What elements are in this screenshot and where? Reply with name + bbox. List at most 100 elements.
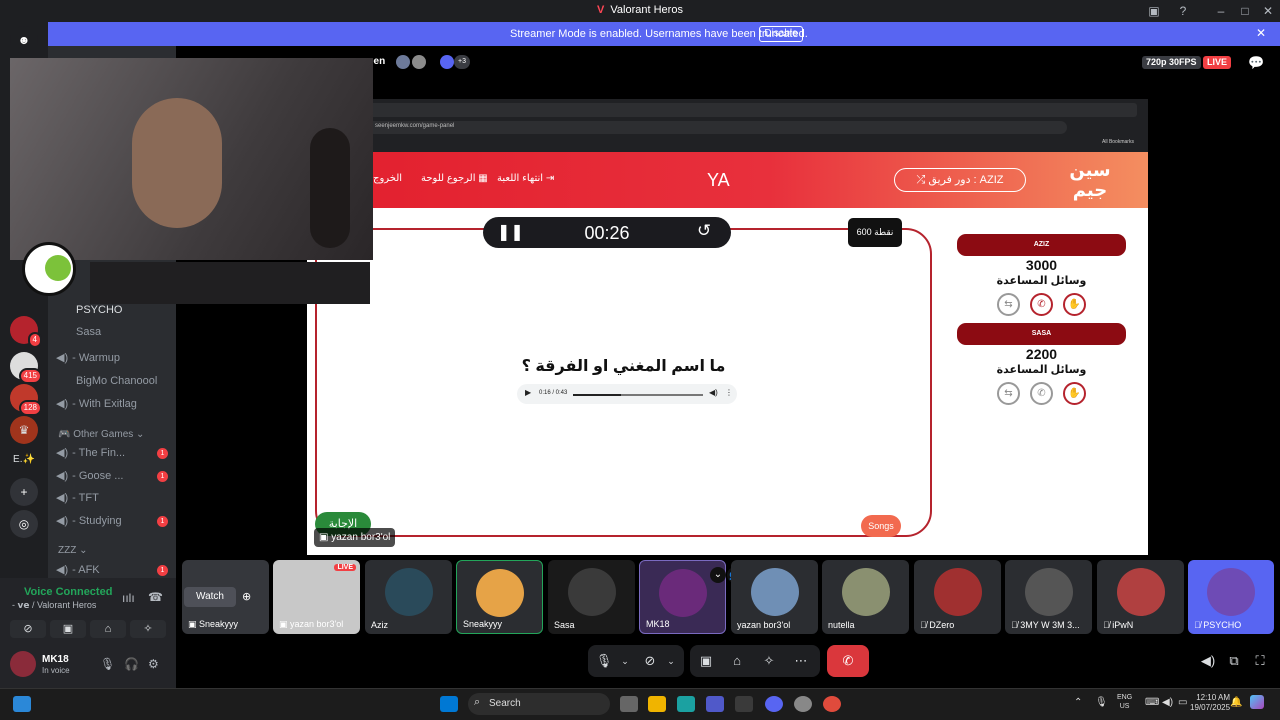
end-game-button[interactable]: انتهاء اللعبة ⇥ xyxy=(497,173,554,184)
server-icon-1[interactable]: 4 xyxy=(10,316,42,348)
help-icon[interactable]: ? xyxy=(1175,3,1191,19)
audio-player[interactable]: ▶ 0:16 / 0:43 ◀) ⋮ xyxy=(517,384,737,404)
discord-home-icon[interactable]: ☻ xyxy=(10,26,38,54)
participant-avatar[interactable] xyxy=(440,55,454,69)
start-button-icon[interactable] xyxy=(440,696,458,712)
add-server-icon[interactable]: + xyxy=(10,478,38,506)
soundboard-icon[interactable]: ✧ xyxy=(757,650,781,672)
server-icon-5[interactable]: E.✨ xyxy=(10,446,38,474)
activity-button[interactable]: ⌂ xyxy=(90,620,126,638)
minimize-button[interactable]: – xyxy=(1213,3,1229,19)
video-off-button[interactable]: ⊘ xyxy=(10,620,46,638)
category-zzz[interactable]: ZZZ ⌄ xyxy=(58,545,88,556)
reset-timer-icon[interactable]: ↺ xyxy=(697,221,711,241)
play-icon[interactable]: ▶ xyxy=(525,388,531,397)
participant-tile[interactable]: LIVE ▣ yazan bor3'ol xyxy=(273,560,360,634)
call-lifeline-icon[interactable]: ✆ xyxy=(1030,293,1053,316)
swap-lifeline-icon[interactable]: ⇆ xyxy=(997,382,1020,405)
app-icon[interactable] xyxy=(794,696,812,712)
voice-channel[interactable]: ◀) - The Fin... 1 xyxy=(56,442,174,464)
screen-share-stream[interactable]: seenjeemkw.com/game-panel All Bookmarks … xyxy=(307,99,1148,555)
tray-chevron-icon[interactable]: ⌃ xyxy=(1074,697,1082,708)
chat-icon[interactable]: 💬 xyxy=(1248,55,1264,71)
watch-stream-button[interactable]: Watch xyxy=(184,587,236,607)
screenshare-icon[interactable]: ▣ xyxy=(694,650,718,672)
fullscreen-icon[interactable]: ⛶ xyxy=(1248,650,1272,672)
tray-mic-icon[interactable]: 🎙 xyxy=(1095,697,1108,708)
headphones-icon[interactable]: 🎧 xyxy=(124,657,139,671)
participant-tile[interactable]: Watch ⊕ ▣ Sneakyyy xyxy=(182,560,269,634)
category-other-games[interactable]: 🎮 Other Games ⌄ xyxy=(58,429,144,440)
soundboard-button[interactable]: ✧ xyxy=(130,620,166,638)
swap-lifeline-icon[interactable]: ⇆ xyxy=(997,293,1020,316)
voice-channel[interactable]: ◀) - TFT xyxy=(56,487,174,509)
maximize-button[interactable]: □ xyxy=(1237,3,1253,19)
call-lifeline-icon[interactable]: ✆ xyxy=(1030,382,1053,405)
notification-bell-icon[interactable]: 🔔 xyxy=(1230,697,1242,708)
noise-icon[interactable]: ıılı xyxy=(122,591,135,605)
copilot-icon[interactable] xyxy=(1250,695,1264,709)
volume-icon[interactable]: ◀) xyxy=(1196,650,1220,672)
teams-icon[interactable] xyxy=(706,696,724,712)
participant-tile[interactable]: Sneakyyy xyxy=(456,560,543,634)
clock[interactable]: 12:10 AM 19/07/2025 xyxy=(1190,693,1230,713)
file-explorer-icon[interactable] xyxy=(648,696,666,712)
volume-tray-icon[interactable]: ◀) xyxy=(1162,697,1173,708)
extra-participants-count[interactable]: +3 xyxy=(454,55,470,69)
voice-connected-label[interactable]: Voice Connected xyxy=(24,586,112,598)
hand-lifeline-icon[interactable]: ✋ xyxy=(1063,382,1086,405)
participant-avatar[interactable] xyxy=(396,55,410,69)
screenshare-button[interactable]: ▣ xyxy=(50,620,86,638)
activities-icon[interactable]: ⌂ xyxy=(725,650,749,672)
participant-tile[interactable]: Sasa xyxy=(548,560,635,634)
disconnect-icon[interactable]: ☎ xyxy=(148,590,163,604)
participant-tile[interactable]: Aziz xyxy=(365,560,452,634)
server-icon-3[interactable]: 128 xyxy=(10,384,42,416)
task-view-icon[interactable] xyxy=(620,696,638,712)
back-to-board-button[interactable]: الرجوع للوحة ▦ xyxy=(421,173,488,184)
participant-tile[interactable]: 🎙̸ DZero xyxy=(914,560,1001,634)
inbox-icon[interactable]: ▣ xyxy=(1146,3,1162,19)
hand-lifeline-icon[interactable]: ✋ xyxy=(1063,293,1086,316)
disable-streamer-mode-button[interactable]: Disable xyxy=(759,26,803,42)
volume-icon[interactable]: ◀) xyxy=(709,388,718,397)
audio-track[interactable] xyxy=(573,394,703,396)
close-window-button[interactable]: ✕ xyxy=(1260,3,1276,19)
participant-tile[interactable]: 🎙̸ 3MY W 3M 3... xyxy=(1005,560,1092,634)
camera-options-chevron-icon[interactable]: ⌄ xyxy=(659,650,683,672)
explore-icon[interactable]: ◎ xyxy=(10,510,38,538)
network-icon[interactable]: ⌨ xyxy=(1145,697,1159,708)
chrome-icon[interactable] xyxy=(823,696,841,712)
leave-call-button[interactable]: ✆ xyxy=(827,645,869,677)
language-indicator[interactable]: ENG US xyxy=(1117,693,1132,711)
collapse-chevron-icon[interactable]: ⌄ xyxy=(710,567,726,583)
mic-icon[interactable]: 🎙 xyxy=(100,657,115,671)
popout-icon[interactable]: ⊕ xyxy=(242,590,251,603)
discord-app-icon[interactable] xyxy=(765,696,783,712)
voice-channel[interactable]: ◀) - With Exitlag xyxy=(56,393,174,415)
close-banner-icon[interactable]: ✕ xyxy=(1256,26,1266,40)
category-songs-button[interactable]: Songs xyxy=(861,515,901,537)
server-icon-4[interactable]: ♛ xyxy=(10,416,38,444)
exit-button[interactable]: الخروج xyxy=(373,173,402,184)
more-options-icon[interactable]: ⋮ xyxy=(725,388,733,397)
mic-options-chevron-icon[interactable]: ⌄ xyxy=(613,650,637,672)
settings-gear-icon[interactable]: ⚙ xyxy=(148,657,159,671)
participant-tile[interactable]: 🎙̸ iPwN xyxy=(1097,560,1184,634)
participant-avatar[interactable] xyxy=(412,55,426,69)
more-icon[interactable]: ⋯ xyxy=(789,650,813,672)
edge-icon[interactable] xyxy=(677,696,695,712)
widgets-icon[interactable] xyxy=(13,696,31,712)
voice-channel[interactable]: ◀) - Warmup xyxy=(56,347,174,369)
store-icon[interactable] xyxy=(735,696,753,712)
popout-window-icon[interactable]: ⧉ xyxy=(1222,650,1246,672)
battery-icon[interactable]: ▭ xyxy=(1178,697,1187,708)
participant-tile[interactable]: yazan bor3'ol xyxy=(731,560,818,634)
voice-channel[interactable]: ◀) - Goose ... 1 xyxy=(56,465,174,487)
participant-tile[interactable]: nutella xyxy=(822,560,909,634)
avatar[interactable] xyxy=(10,651,36,677)
voice-channel[interactable]: ◀) - Studying 1 xyxy=(56,510,174,532)
server-icon-2[interactable]: 415 xyxy=(10,352,42,384)
participant-tile[interactable]: 🎙̸ PSYCHO xyxy=(1188,560,1274,634)
taskbar-search[interactable]: ⌕ Search xyxy=(468,693,610,715)
